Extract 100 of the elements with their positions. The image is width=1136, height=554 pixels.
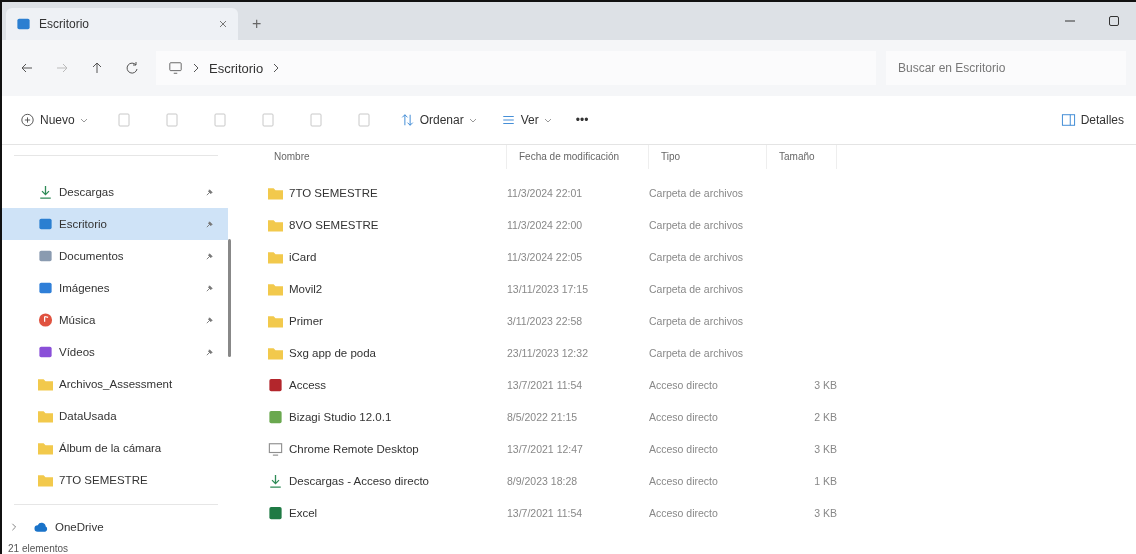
file-row[interactable]: Descargas - Acceso directo 8/9/2023 18:28 Acceso directo 1 KB [262,465,1136,497]
window-tab[interactable]: Escritorio [6,8,238,40]
file-row[interactable]: Sxg app de poda 23/11/2023 12:32 Carpeta de archivos [262,337,1136,369]
date-cell-text: 13/11/2023 17:15 [507,283,589,295]
scrollbar-thumb[interactable] [228,239,231,357]
up-arrow-icon[interactable] [90,61,104,75]
file-name: Chrome Remote Desktop [289,443,419,455]
back-arrow-icon[interactable] [20,61,34,75]
file-name: Movil2 [289,283,323,295]
file-row[interactable]: 8VO SEMESTRE 11/3/2024 22:00 Carpeta de archivos [262,209,1136,241]
size-cell: 1 KB [814,475,837,487]
folder-icon [38,441,53,455]
folder-icon [38,377,53,391]
date-cell-text: 11/3/2024 22:01 [507,187,584,199]
details-button[interactable]: Detalles [1052,109,1132,131]
chevron-icon [273,63,280,73]
new-tab-button[interactable]: + [238,8,276,40]
app-icon [268,410,283,424]
type-cell-text: Carpeta de archivos [649,251,744,263]
column-header[interactable]: Fecha de modificación [507,145,649,169]
app-icon [268,506,283,520]
date-cell-text: 23/11/2023 12:32 [507,347,589,359]
column-header[interactable]: Tamaño [767,145,837,169]
type-cell-text: Carpeta de archivos [649,219,744,231]
sidebar-item[interactable]: Archivos_Assessment [2,368,228,400]
date-cell-text: 3/11/2023 22:58 [507,315,584,327]
file-row[interactable]: iCard 11/3/2024 22:05 Carpeta de archivos [262,241,1136,273]
sidebar-item[interactable]: DataUsada [2,400,228,432]
sidebar-item[interactable]: Álbum de la cámara [2,432,228,464]
desktop-icon [16,17,31,31]
folder-icon [268,218,283,232]
column-header[interactable]: Nombre [262,145,507,169]
file-row[interactable]: Excel 13/7/2021 11:54 Acceso directo 3 KB [262,497,1136,529]
folder-icon [268,186,283,200]
type-cell-text: Carpeta de archivos [649,347,744,359]
size-cell: 3 KB [814,379,837,391]
sidebar-item[interactable]: 7TO SEMESTRE [2,464,228,496]
date-cell-text: 8/5/2022 21:15 [507,411,579,423]
folder-icon [268,250,283,264]
type-cell-text: Acceso directo [649,507,719,519]
column-header[interactable]: Tipo [649,145,767,169]
sort-button[interactable]: Ordenar [391,109,485,131]
monitor-icon [168,61,183,75]
file-row[interactable]: Movil2 13/11/2023 17:15 Carpeta de archivos [262,273,1136,305]
folder-icon [268,314,283,328]
file-row[interactable]: Access 13/7/2021 11:54 Acceso directo 3 KB [262,369,1136,401]
lines-icon [500,113,516,127]
sidebar-item[interactable]: Descargas [2,176,228,208]
refresh-icon[interactable] [125,61,139,75]
file-row[interactable]: Bizagi Studio 12.0.1 8/5/2022 21:15 Acceso directo 2 KB [262,401,1136,433]
file-row[interactable]: 7TO SEMESTRE 11/3/2024 22:01 Carpeta de archivos [262,177,1136,209]
date-cell-text: 8/9/2023 18:28 [507,475,579,487]
chevron-icon [193,63,199,73]
sidebar-item[interactable]: OneDrive [2,511,228,543]
maximize-icon[interactable] [1108,15,1120,27]
file-row[interactable]: Primer 3/11/2023 22:58 Carpeta de archivos [262,305,1136,337]
desktop-icon [38,217,53,231]
file-name: Access [289,379,327,391]
date-cell-text: 11/3/2024 22:05 [507,251,584,263]
file-name: Descargas - Acceso directo [289,475,429,487]
sidebar-item[interactable]: Música [2,304,228,336]
forward-arrow-icon[interactable] [55,61,69,75]
sidebar-item[interactable]: Vídeos [2,336,228,368]
sidebar-item[interactable]: Imágenes [2,272,228,304]
address-bar[interactable]: Escritorio [156,51,876,85]
file-name: Bizagi Studio 12.0.1 [289,411,392,423]
plus-icon [20,113,35,127]
folder-icon [268,282,283,296]
chevron-icon[interactable] [10,523,18,531]
caret-icon [79,117,88,123]
type-cell-text: Carpeta de archivos [649,187,744,199]
item-count: 21 elementos [7,543,69,554]
file-name: iCard [289,251,317,263]
type-cell-text: Acceso directo [649,475,719,487]
download-icon [268,474,283,488]
date-cell-text: 13/7/2021 12:47 [507,443,584,455]
date-cell-text: 13/7/2021 11:54 [507,507,584,519]
close-icon[interactable] [218,19,228,29]
caret-icon [468,117,477,123]
type-cell-text: Acceso directo [649,379,719,391]
size-cell: 3 KB [814,507,837,519]
file-name: Excel [289,507,318,519]
file-name: Sxg app de poda [289,347,376,359]
new-button[interactable]: Nuevo [12,109,96,131]
monitor-icon [268,442,283,456]
cloud-icon [34,520,49,534]
download-icon [38,185,53,199]
more-button[interactable]: ••• [567,109,597,131]
file-row[interactable]: Chrome Remote Desktop 13/7/2021 12:47 Acceso directo 3 KB [262,433,1136,465]
file-name: Primer [289,315,323,327]
view-button[interactable]: Ver [492,109,560,131]
sidebar-item[interactable]: Escritorio [2,208,228,240]
breadcrumb[interactable]: Escritorio [209,60,264,76]
type-cell-text: Acceso directo [649,411,719,423]
sidebar-item[interactable]: Documentos [2,240,228,272]
folder-icon [268,346,283,360]
type-cell-text: Carpeta de archivos [649,315,744,327]
search-field[interactable]: Buscar en Escritorio [886,51,1126,85]
type-cell-text: Carpeta de archivos [649,283,744,295]
size-cell: 2 KB [814,411,837,423]
